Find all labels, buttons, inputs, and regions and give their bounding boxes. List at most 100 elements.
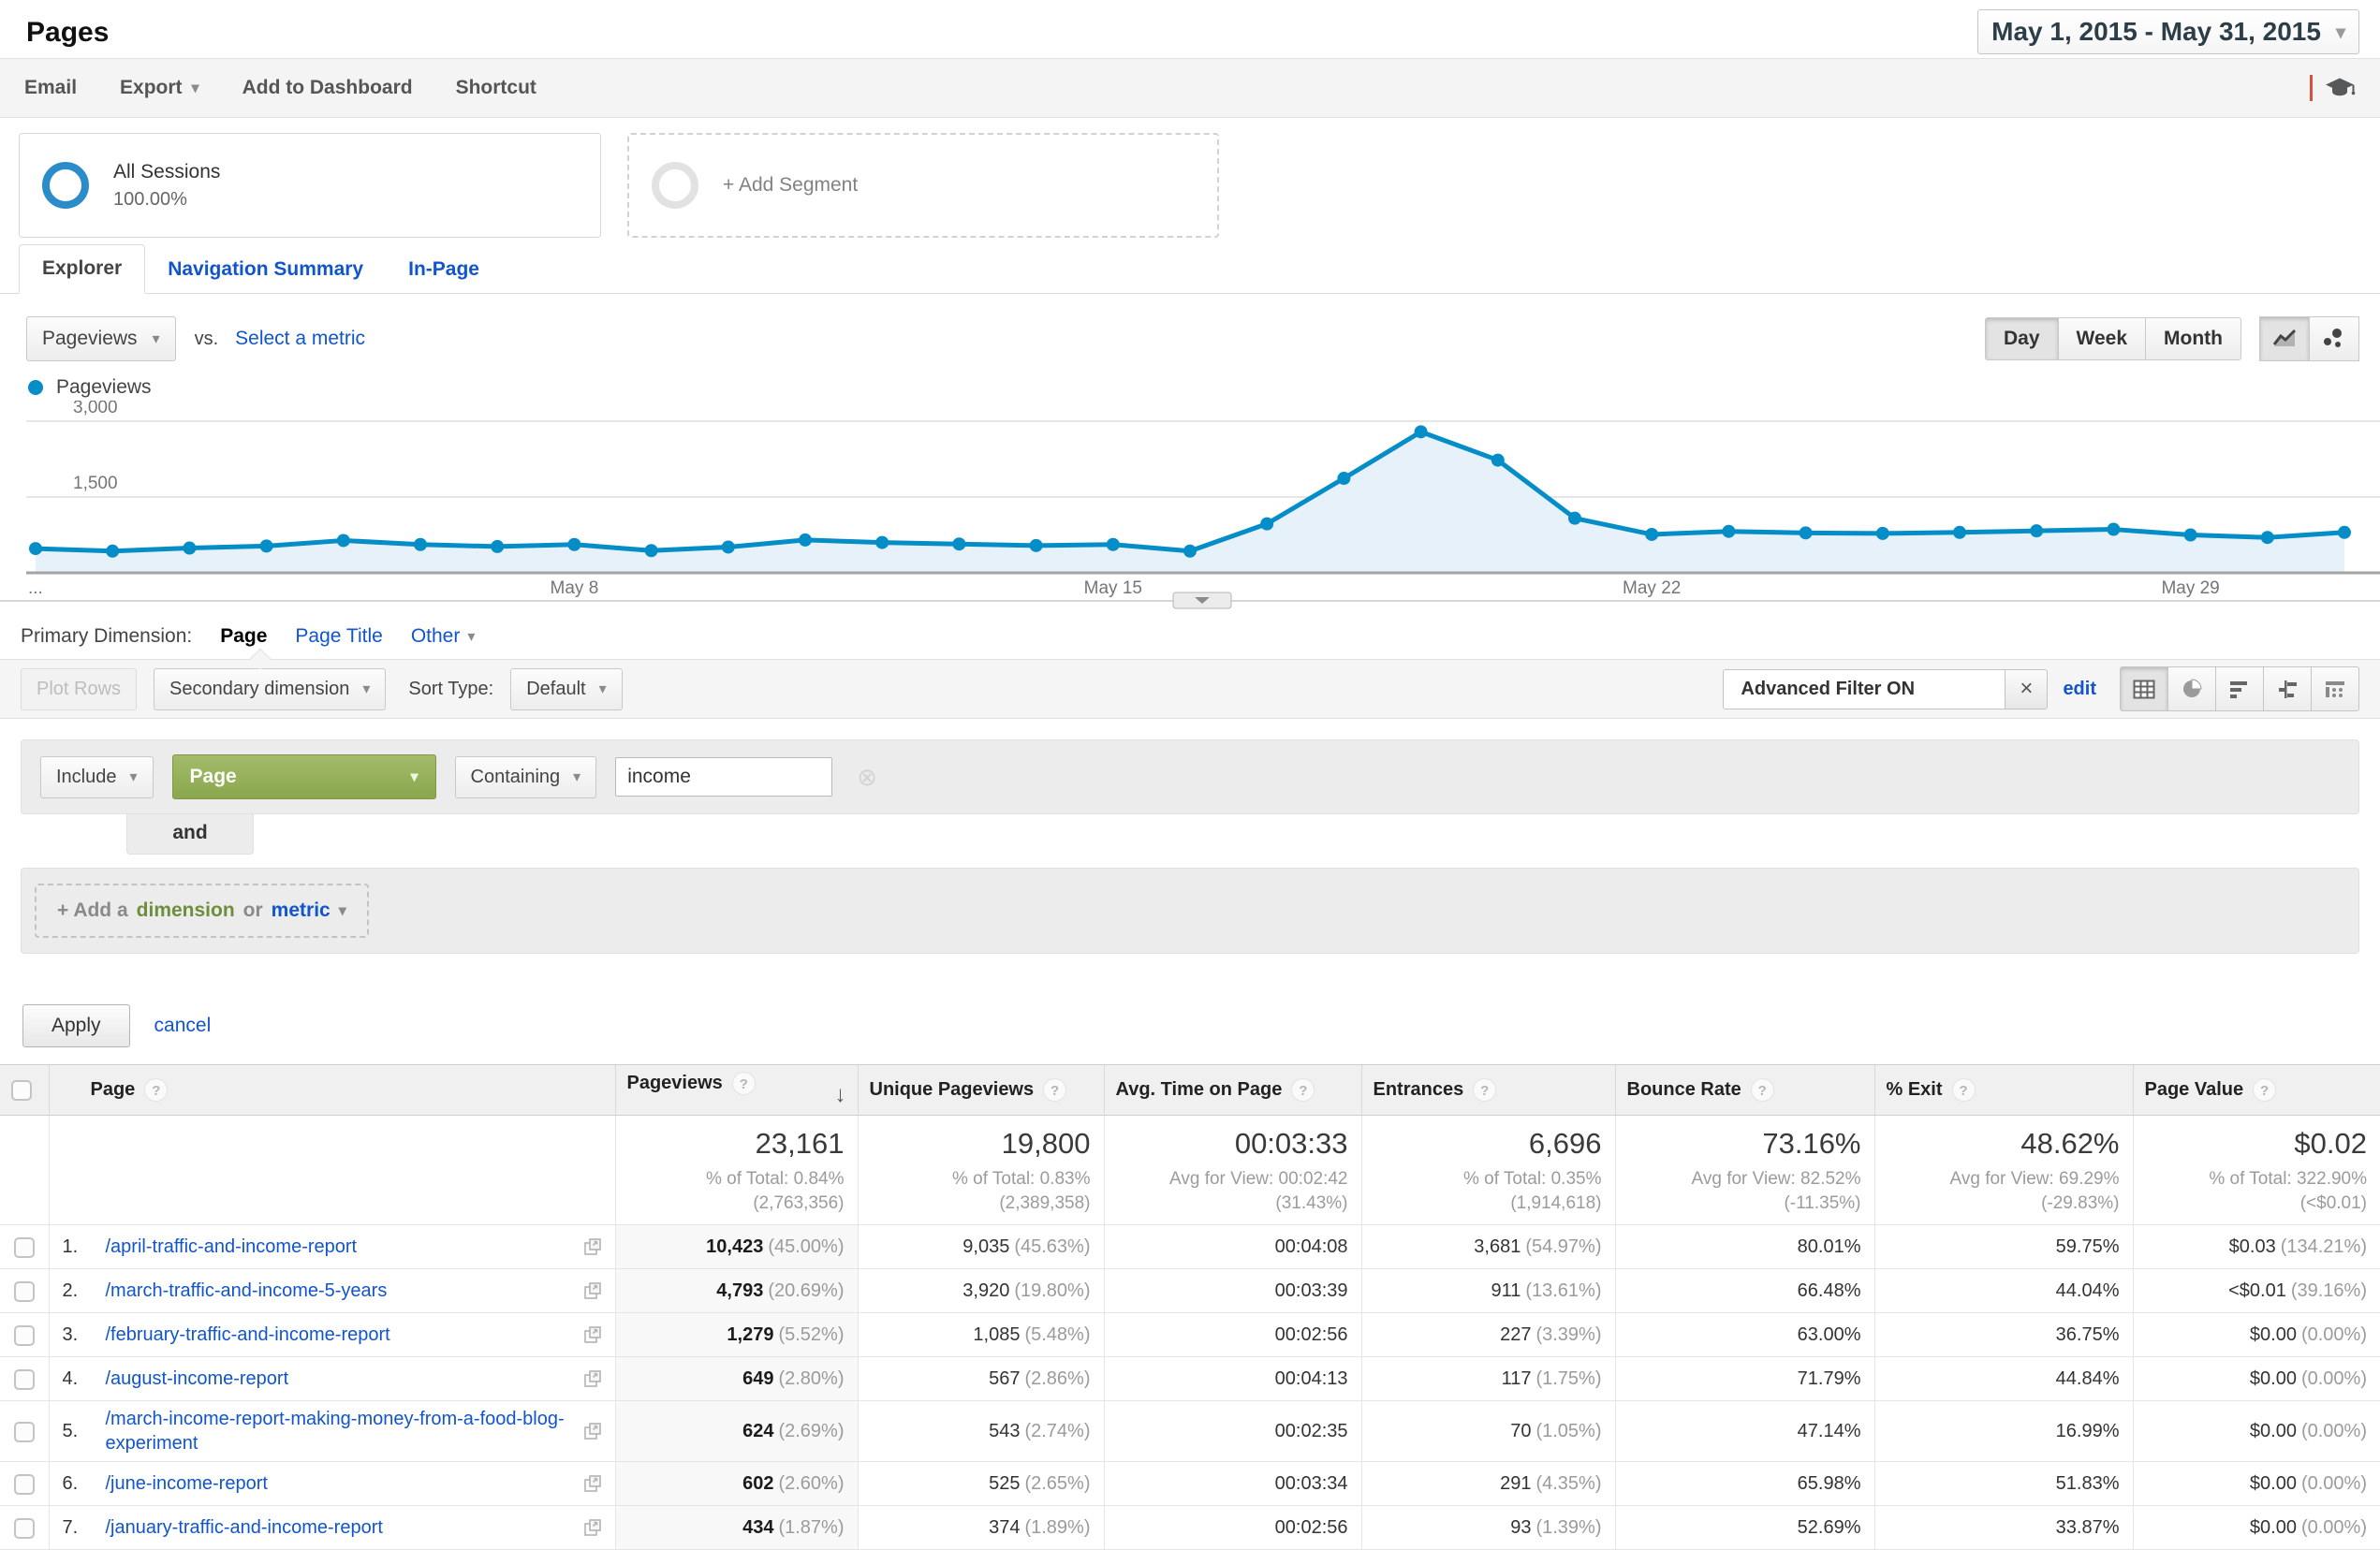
column-header-entrances[interactable]: Entrances? xyxy=(1361,1065,1615,1116)
data-point[interactable] xyxy=(645,544,658,557)
help-icon[interactable]: ? xyxy=(2253,1078,2276,1102)
column-header-unique-pageviews[interactable]: Unique Pageviews? xyxy=(858,1065,1104,1116)
remove-filter-button[interactable]: × xyxy=(2005,670,2047,709)
cancel-link[interactable]: cancel xyxy=(154,1015,212,1037)
filter-field-dropdown[interactable]: Page ▾ xyxy=(172,754,436,799)
export-button[interactable]: Export ▾ xyxy=(120,77,199,99)
row-checkbox[interactable] xyxy=(14,1422,35,1442)
data-point[interactable] xyxy=(799,534,812,547)
help-icon[interactable]: ? xyxy=(1043,1078,1066,1102)
motion-chart-view-button[interactable] xyxy=(2309,316,2359,361)
shortcut-button[interactable]: Shortcut xyxy=(456,77,536,99)
open-in-new-icon[interactable] xyxy=(583,1281,602,1300)
date-range-selector[interactable]: May 1, 2015 - May 31, 2015 ▾ xyxy=(1977,9,2359,54)
data-point[interactable] xyxy=(952,537,965,550)
data-point[interactable] xyxy=(337,534,350,547)
column-header-page-value[interactable]: Page Value? xyxy=(2133,1065,2380,1116)
percentage-view-button[interactable] xyxy=(2167,666,2216,711)
segment-all-sessions[interactable]: All Sessions 100.00% xyxy=(19,133,601,238)
data-point[interactable] xyxy=(1491,454,1505,467)
filter-value-input[interactable] xyxy=(615,757,832,797)
help-icon[interactable]: ? xyxy=(732,1072,756,1095)
apply-button[interactable]: Apply xyxy=(22,1004,130,1047)
data-point[interactable] xyxy=(1030,539,1043,552)
row-checkbox[interactable] xyxy=(14,1518,35,1539)
page-link[interactable]: /march-income-report-making-money-from-a… xyxy=(106,1407,574,1455)
filter-operator-dropdown[interactable]: Containing ▾ xyxy=(455,756,597,798)
line-chart-view-button[interactable] xyxy=(2259,316,2310,361)
data-point[interactable] xyxy=(106,545,119,558)
help-icon[interactable]: ? xyxy=(1473,1078,1496,1102)
primary-dimension-page-title[interactable]: Page Title xyxy=(295,625,382,648)
edit-filter-link[interactable]: edit xyxy=(2063,679,2096,700)
column-header-bounce-rate[interactable]: Bounce Rate? xyxy=(1615,1065,1874,1116)
comparison-view-button[interactable] xyxy=(2263,666,2312,711)
data-point[interactable] xyxy=(2261,531,2274,544)
pivot-view-button[interactable] xyxy=(2311,666,2359,711)
primary-dimension-page[interactable]: Page xyxy=(220,625,267,648)
open-in-new-icon[interactable] xyxy=(583,1518,602,1537)
data-point[interactable] xyxy=(1183,545,1197,558)
secondary-dimension-dropdown[interactable]: Secondary dimension ▾ xyxy=(154,668,386,710)
granularity-day-button[interactable]: Day xyxy=(1985,317,2059,360)
page-link[interactable]: /february-traffic-and-income-report xyxy=(106,1323,574,1347)
open-in-new-icon[interactable] xyxy=(583,1325,602,1344)
help-icon[interactable]: ? xyxy=(1751,1078,1774,1102)
data-point[interactable] xyxy=(875,536,889,549)
data-point[interactable] xyxy=(1568,512,1581,525)
page-link[interactable]: /january-traffic-and-income-report xyxy=(106,1515,574,1540)
remove-clause-icon[interactable]: ⊗ xyxy=(857,763,877,792)
select-all-checkbox[interactable] xyxy=(11,1080,32,1101)
page-link[interactable]: /august-income-report xyxy=(106,1367,574,1391)
help-icon[interactable]: ? xyxy=(1952,1078,1976,1102)
data-point[interactable] xyxy=(2107,523,2120,536)
column-header-exit[interactable]: % Exit? xyxy=(1874,1065,2133,1116)
granularity-week-button[interactable]: Week xyxy=(2058,317,2146,360)
row-checkbox[interactable] xyxy=(14,1325,35,1346)
data-point[interactable] xyxy=(183,542,196,555)
select-a-metric-link[interactable]: Select a metric xyxy=(235,328,365,350)
data-point[interactable] xyxy=(1337,472,1350,485)
data-point[interactable] xyxy=(29,542,42,555)
plot-rows-button[interactable]: Plot Rows xyxy=(21,668,137,710)
sort-type-dropdown[interactable]: Default ▾ xyxy=(510,668,622,710)
open-in-new-icon[interactable] xyxy=(583,1369,602,1388)
help-icon[interactable]: ? xyxy=(144,1078,168,1102)
open-in-new-icon[interactable] xyxy=(583,1237,602,1256)
add-segment-button[interactable]: + Add Segment xyxy=(627,133,1219,238)
primary-dimension-other[interactable]: Other ▾ xyxy=(411,625,476,648)
page-link[interactable]: /march-traffic-and-income-5-years xyxy=(106,1279,574,1303)
data-point[interactable] xyxy=(1645,528,1658,541)
data-point[interactable] xyxy=(414,538,427,551)
row-checkbox[interactable] xyxy=(14,1369,35,1390)
education-cap-icon[interactable] xyxy=(2324,74,2356,102)
data-point[interactable] xyxy=(1800,526,1813,539)
metric-dropdown[interactable]: Pageviews ▾ xyxy=(26,316,176,361)
row-checkbox[interactable] xyxy=(14,1474,35,1495)
data-view-button[interactable] xyxy=(2120,666,2168,711)
page-link[interactable]: /april-traffic-and-income-report xyxy=(106,1235,574,1259)
row-checkbox[interactable] xyxy=(14,1281,35,1302)
tab-in-page[interactable]: In-Page xyxy=(386,246,502,293)
tab-navigation-summary[interactable]: Navigation Summary xyxy=(145,246,386,293)
tab-explorer[interactable]: Explorer xyxy=(19,244,145,294)
open-in-new-icon[interactable] xyxy=(583,1422,602,1440)
add-dimension-or-metric-button[interactable]: + Add a dimension or metric ▾ xyxy=(35,884,369,938)
column-header-avg-time[interactable]: Avg. Time on Page? xyxy=(1104,1065,1361,1116)
data-point[interactable] xyxy=(722,540,735,553)
data-point[interactable] xyxy=(491,540,504,553)
granularity-month-button[interactable]: Month xyxy=(2145,317,2241,360)
email-button[interactable]: Email xyxy=(24,77,77,99)
data-point[interactable] xyxy=(2184,529,2197,542)
column-header-page[interactable]: Page? xyxy=(49,1065,615,1116)
data-point[interactable] xyxy=(1722,525,1735,538)
column-header-pageviews[interactable]: Pageviews?↓ xyxy=(615,1065,858,1116)
performance-view-button[interactable] xyxy=(2215,666,2264,711)
data-point[interactable] xyxy=(1260,518,1273,531)
row-checkbox[interactable] xyxy=(14,1237,35,1258)
data-point[interactable] xyxy=(2338,526,2351,539)
data-point[interactable] xyxy=(1876,527,1889,540)
open-in-new-icon[interactable] xyxy=(583,1474,602,1493)
data-point[interactable] xyxy=(1107,538,1120,551)
page-link[interactable]: /june-income-report xyxy=(106,1471,574,1496)
